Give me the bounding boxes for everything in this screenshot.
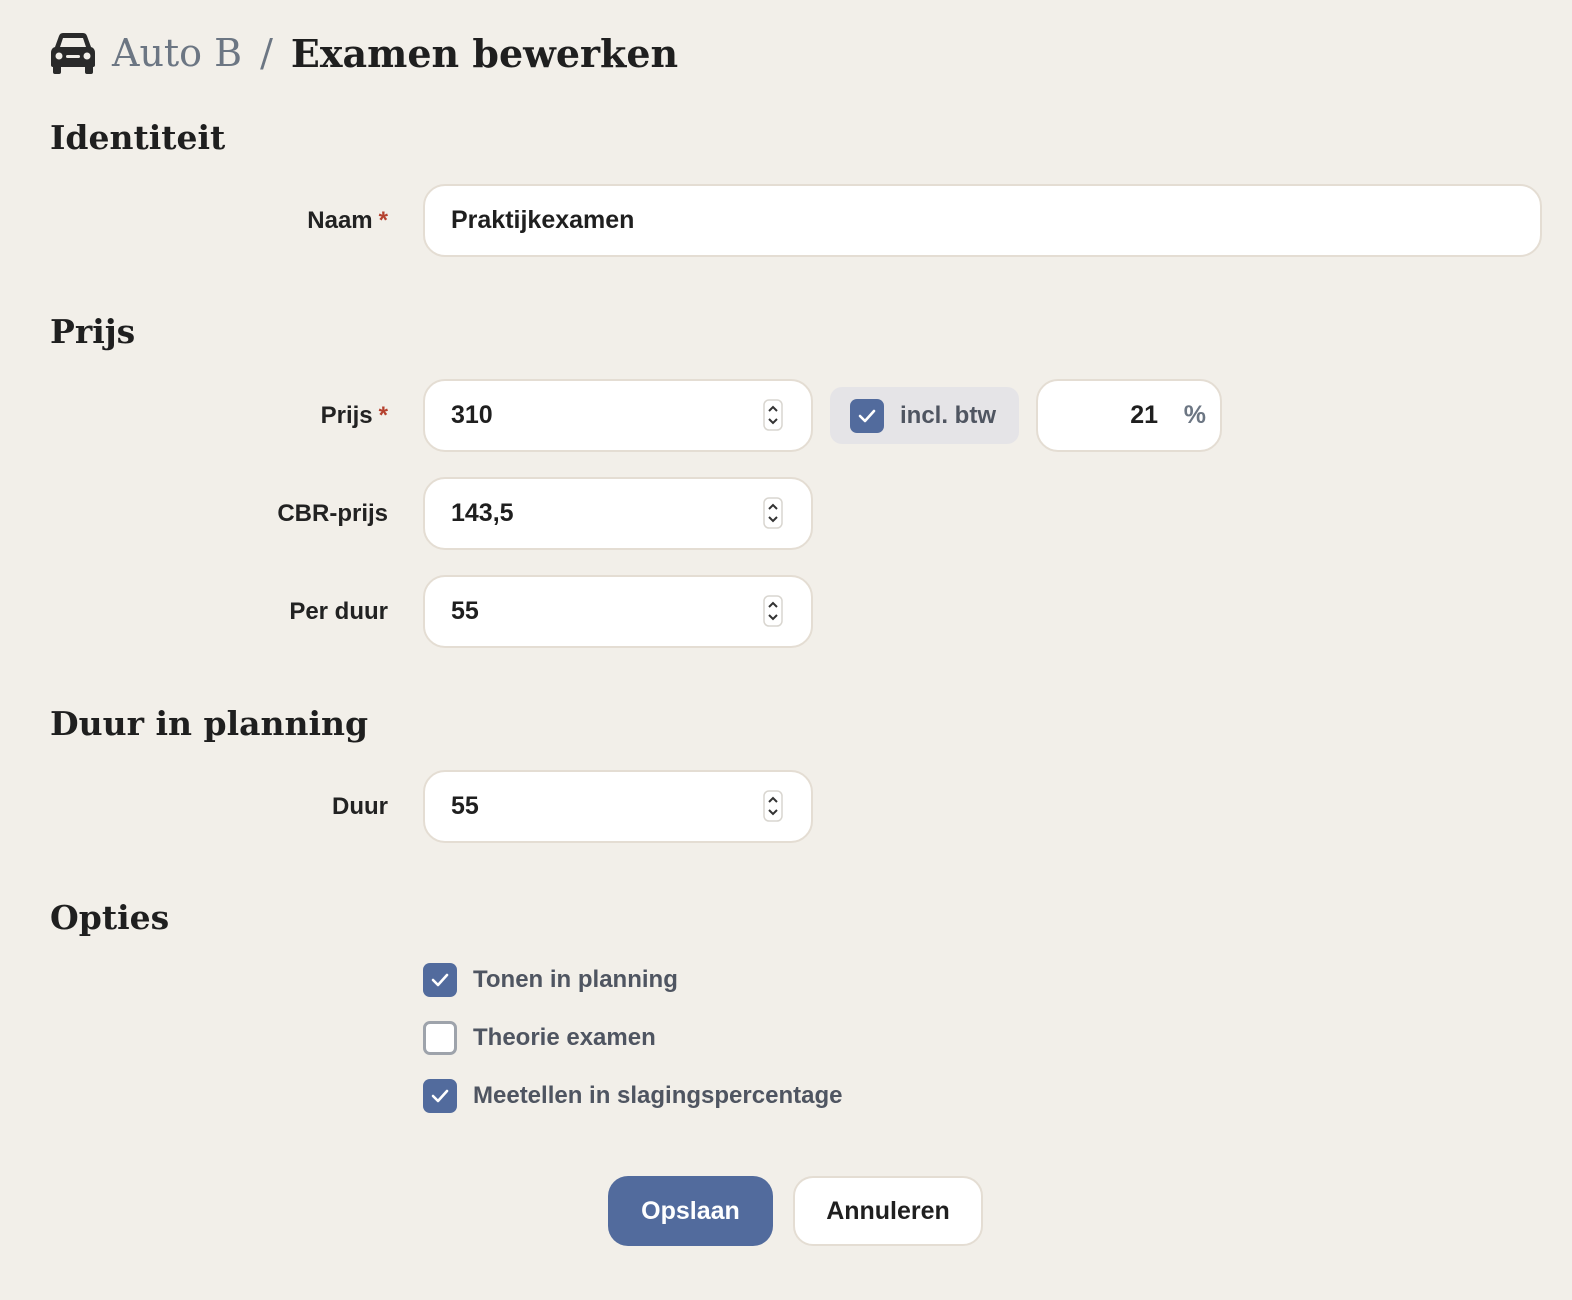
checkmark-icon	[858, 409, 876, 422]
prijs-label: Prijs *	[320, 402, 388, 429]
spinner-icon[interactable]	[763, 595, 783, 627]
section-title-options: Opties	[50, 898, 170, 937]
tonen-in-planning-checkbox[interactable]	[423, 963, 457, 997]
meetellen-checkbox[interactable]	[423, 1079, 457, 1113]
incl-btw-toggle[interactable]: incl. btw	[830, 387, 1019, 444]
per-duur-value: 55	[451, 597, 479, 625]
breadcrumb-separator: /	[260, 31, 273, 75]
cancel-button[interactable]: Annuleren	[793, 1176, 983, 1246]
btw-percentage-input[interactable]: 21 %	[1036, 379, 1222, 452]
incl-btw-label: incl. btw	[900, 401, 996, 429]
breadcrumb-parent-link[interactable]: Auto B	[112, 31, 242, 75]
option-label: Theorie examen	[473, 1024, 656, 1051]
required-marker: *	[378, 207, 388, 234]
option-theorie-examen[interactable]: Theorie examen	[423, 1021, 656, 1055]
section-title-identity: Identiteit	[50, 118, 226, 157]
section-title-price: Prijs	[50, 312, 136, 351]
incl-btw-checkbox[interactable]	[850, 398, 884, 433]
btw-percentage-value: 21	[1130, 401, 1158, 429]
option-tonen-in-planning[interactable]: Tonen in planning	[423, 963, 678, 997]
duur-input[interactable]: 55	[423, 770, 813, 843]
spinner-icon[interactable]	[763, 399, 783, 431]
checkmark-icon	[431, 973, 449, 987]
cbr-prijs-value: 143,5	[451, 499, 514, 527]
spinner-icon[interactable]	[763, 497, 783, 529]
naam-input[interactable]: Praktijkexamen	[423, 184, 1542, 257]
breadcrumb: Auto B / Examen bewerken	[50, 28, 678, 78]
checkmark-icon	[431, 1089, 449, 1103]
duur-value: 55	[451, 792, 479, 820]
percent-unit: %	[1183, 401, 1206, 429]
car-icon	[51, 33, 95, 74]
section-title-duration: Duur in planning	[50, 704, 369, 743]
spinner-icon[interactable]	[763, 790, 783, 822]
cbr-prijs-label: CBR-prijs	[277, 500, 388, 527]
save-button[interactable]: Opslaan	[608, 1176, 773, 1246]
per-duur-label: Per duur	[289, 598, 388, 625]
option-label: Tonen in planning	[473, 966, 678, 993]
theorie-examen-checkbox[interactable]	[423, 1021, 457, 1055]
required-marker: *	[378, 402, 388, 429]
prijs-input[interactable]: 310	[423, 379, 813, 452]
naam-label: Naam *	[307, 207, 388, 234]
page-title: Examen bewerken	[290, 30, 679, 76]
duur-label: Duur	[332, 793, 388, 820]
option-meetellen-slagingspercentage[interactable]: Meetellen in slagingspercentage	[423, 1079, 842, 1113]
per-duur-input[interactable]: 55	[423, 575, 813, 648]
cbr-prijs-input[interactable]: 143,5	[423, 477, 813, 550]
naam-value: Praktijkexamen	[451, 206, 635, 234]
option-label: Meetellen in slagingspercentage	[473, 1082, 843, 1109]
prijs-value: 310	[451, 401, 493, 429]
